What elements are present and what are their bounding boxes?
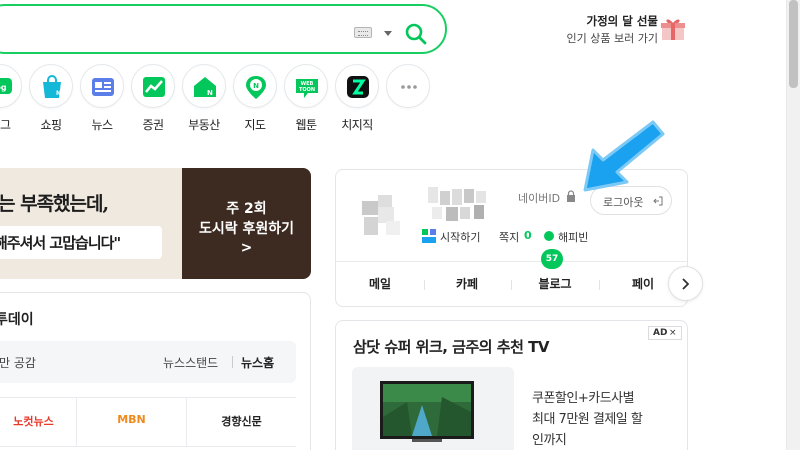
shortcut-label: 웹툰: [295, 118, 317, 132]
avatar[interactable]: [358, 191, 410, 243]
shortcut-label: 쇼핑: [40, 118, 62, 132]
happybean-link[interactable]: 해피빈: [558, 229, 588, 245]
svg-text:TOON: TOON: [299, 87, 315, 93]
divider: [232, 356, 233, 368]
shortcut-blog[interactable]: og 로그: [0, 64, 22, 132]
press-logo: 경향신문: [221, 415, 262, 428]
tabs-next-button[interactable]: [668, 266, 703, 301]
gift-box-icon: [661, 19, 685, 40]
news-card-title: 투데이: [0, 312, 34, 328]
svg-text:N: N: [207, 89, 213, 97]
ad-title[interactable]: 삼닷 슈퍼 위크, 금주의 추천 TV: [353, 336, 549, 357]
tab-mail[interactable]: 메일: [350, 275, 410, 292]
scrollbar-thumb[interactable]: [789, 0, 798, 88]
shortcut-label: 치지직: [341, 118, 373, 132]
webtoon-icon: WEB TOON: [284, 64, 328, 108]
map-pin-icon: N: [233, 64, 277, 108]
divider: [599, 280, 600, 290]
press-item-nocut[interactable]: 노컷뉴스: [0, 398, 76, 446]
blog-notification-badge: 57: [541, 249, 563, 269]
donation-banner[interactable]: 는 부족했는데, 해주셔서 고맙습니다" 주 2회 도시락 후원하기 >: [0, 168, 311, 279]
more-icon: [386, 64, 430, 108]
service-tabs: 메일 카페 블로그 페이: [336, 261, 687, 307]
newsstand-link[interactable]: 뉴스스탠드: [163, 354, 218, 371]
banner-quote-box: 해주셔서 고맙습니다": [0, 226, 162, 259]
chevron-right-icon: >: [240, 240, 253, 256]
shortcut-label: 로그: [0, 118, 11, 132]
banner-quote-panel: 는 부족했는데, 해주셔서 고맙습니다": [0, 168, 182, 279]
blog-icon: og: [0, 64, 22, 108]
banner-cta-line1: 주 2회: [226, 201, 267, 217]
press-grid: 노컷뉴스 MBN 경향신문: [0, 397, 296, 447]
press-item-mbn[interactable]: MBN: [76, 398, 186, 446]
promo-subtitle: 인기 상품 보러 가기: [566, 32, 658, 45]
chevron-down-icon[interactable]: [384, 31, 392, 36]
start-icon: [422, 229, 436, 243]
shortcut-webtoon[interactable]: WEB TOON 웹툰: [284, 64, 328, 132]
ad-text-line1: 쿠폰할인+카드사별: [532, 391, 635, 406]
shopping-bag-icon: N: [29, 64, 73, 108]
svg-text:N: N: [56, 90, 61, 97]
press-logo: MBN: [117, 413, 146, 426]
tv-product-image[interactable]: [352, 367, 514, 450]
shortcut-stocks[interactable]: 증권: [131, 64, 175, 132]
tab-blog[interactable]: 블로그: [525, 275, 585, 292]
shortcut-label: 뉴스: [91, 118, 113, 132]
news-home-link[interactable]: 뉴스홈: [241, 354, 274, 371]
tab-cafe[interactable]: 카페: [437, 275, 497, 292]
naver-home-page: 가정의 달 선물 인기 상품 보러 가기 og 로그 N 쇼핑 뉴스 증권: [0, 0, 800, 450]
banner-quote-line1: 는 부족했는데,: [0, 193, 109, 215]
news-bar-text: 만 공감: [0, 356, 36, 370]
ad-text-line3: 인까지: [532, 433, 567, 448]
promo-link[interactable]: 가정의 달 선물 인기 상품 보러 가기: [556, 13, 696, 45]
shortcut-chzzk[interactable]: 치지직: [335, 64, 379, 132]
happybean-icon: [544, 231, 554, 241]
search-box[interactable]: [0, 4, 447, 54]
banner-cta-panel[interactable]: 주 2회 도시락 후원하기 >: [182, 168, 311, 279]
tab-pay[interactable]: 페이: [613, 275, 673, 292]
shortcut-label: 지도: [244, 118, 266, 132]
ad-card[interactable]: AD × 삼닷 슈퍼 위크, 금주의 추천 TV 쿠폰할인+카드사별 최대 7만…: [335, 320, 688, 450]
press-item-khan[interactable]: 경향신문: [186, 398, 296, 446]
shortcut-label: 증권: [142, 118, 164, 132]
note-count: 0: [524, 229, 532, 242]
chzzk-icon: [335, 64, 379, 108]
naver-id-label[interactable]: 네이버ID: [518, 190, 560, 206]
banner-cta-line2: 도시락 후원하기: [198, 221, 295, 237]
shortcut-news[interactable]: 뉴스: [80, 64, 124, 132]
annotation-arrow-icon: [583, 120, 665, 192]
shortcut-realestate[interactable]: N 부동산: [182, 64, 226, 132]
svg-text:N: N: [253, 82, 259, 90]
ad-badge: AD ×: [648, 326, 682, 340]
banner-quote-line2: 해주셔서 고맙습니다": [0, 234, 121, 252]
press-logo: 노컷뉴스: [13, 415, 54, 428]
page-scrollbar[interactable]: [786, 0, 800, 450]
divider: [511, 280, 512, 290]
stock-chart-icon: [131, 64, 175, 108]
note-link[interactable]: 쪽지: [499, 229, 519, 245]
chevron-right-icon: [682, 278, 690, 290]
start-link[interactable]: 시작하기: [440, 229, 480, 245]
shortcut-map[interactable]: N 지도: [233, 64, 277, 132]
house-icon: N: [182, 64, 226, 108]
keyboard-icon[interactable]: [354, 27, 372, 38]
news-subscription-bar: 만 공감 뉴스스탠드 뉴스홈: [0, 341, 296, 383]
shortcut-more[interactable]: [386, 64, 430, 128]
divider: [424, 280, 425, 290]
ad-text-line2: 최대 7만원 결제일 할: [532, 412, 643, 427]
close-icon[interactable]: ×: [669, 328, 677, 338]
svg-text:og: og: [0, 83, 7, 92]
news-icon: [80, 64, 124, 108]
username: [428, 187, 486, 221]
shortcut-shopping[interactable]: N 쇼핑: [29, 64, 73, 132]
promo-title: 가정의 달 선물: [586, 14, 659, 28]
ad-label: AD: [653, 328, 668, 338]
news-card: 투데이 만 공감 뉴스스탠드 뉴스홈 노컷뉴스 MBN 경향신문: [0, 292, 311, 450]
shortcut-label: 부동산: [188, 118, 220, 132]
search-icon[interactable]: [405, 23, 427, 45]
